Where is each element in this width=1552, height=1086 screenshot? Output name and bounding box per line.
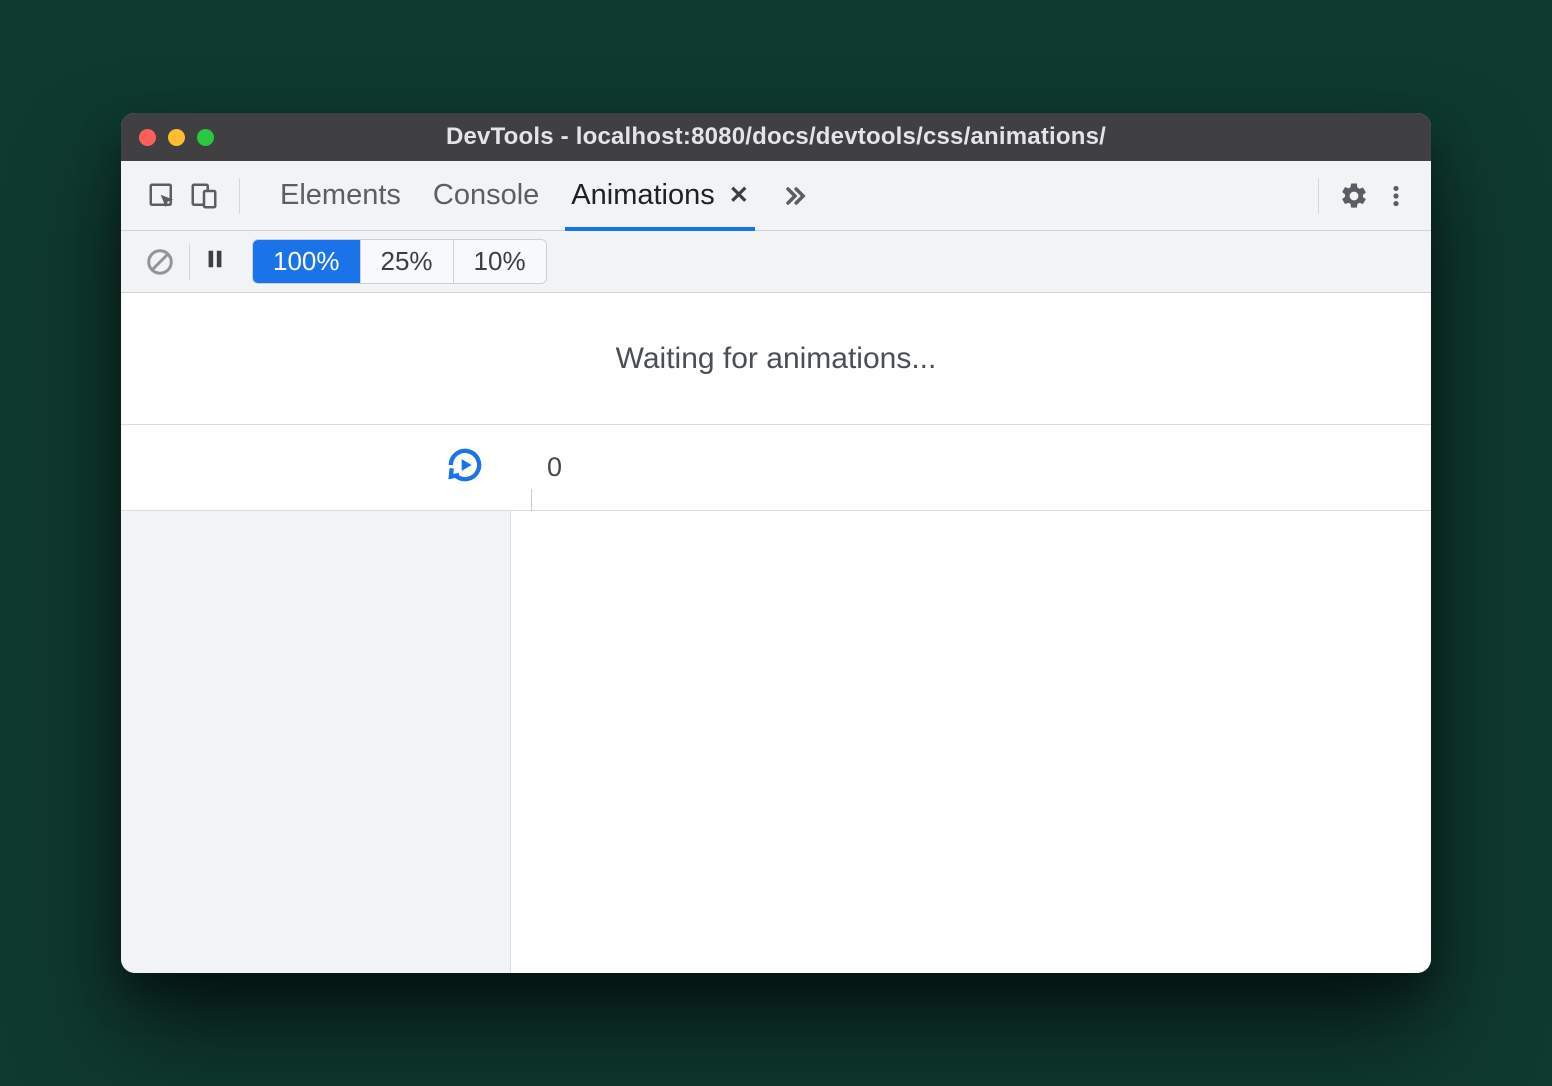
animations-timeline-pane (511, 511, 1431, 973)
tab-label: Console (433, 179, 539, 212)
waiting-message: Waiting for animations... (121, 293, 1431, 425)
pause-icon (204, 248, 226, 270)
devtools-window: DevTools - localhost:8080/docs/devtools/… (121, 113, 1431, 973)
more-tabs-button[interactable] (781, 161, 809, 230)
pause-button[interactable] (204, 248, 238, 275)
kebab-menu-icon (1383, 183, 1409, 209)
right-controls (1304, 175, 1417, 217)
animations-toolbar: 100% 25% 10% (121, 231, 1431, 293)
devtools-tabs-row: Elements Console Animations ✕ (121, 161, 1431, 231)
maximize-window-button[interactable] (197, 129, 214, 146)
close-tab-icon[interactable]: ✕ (729, 181, 749, 210)
inspect-element-icon[interactable] (141, 175, 183, 217)
menu-button[interactable] (1375, 175, 1417, 217)
separator (189, 244, 190, 280)
timeline-controls (121, 425, 511, 510)
tab-label: Animations (571, 179, 714, 212)
clear-icon (145, 247, 175, 277)
speed-100-button[interactable]: 100% (253, 240, 361, 283)
tab-console[interactable]: Console (433, 161, 539, 230)
tab-label: Elements (280, 179, 401, 212)
tab-animations[interactable]: Animations ✕ (571, 161, 749, 230)
tab-elements[interactable]: Elements (280, 161, 401, 230)
close-window-button[interactable] (139, 129, 156, 146)
timeline-tick (531, 489, 532, 511)
tab-strip: Elements Console Animations ✕ (280, 161, 809, 230)
titlebar: DevTools - localhost:8080/docs/devtools/… (121, 113, 1431, 161)
timeline-zero-label: 0 (547, 452, 562, 483)
settings-button[interactable] (1333, 175, 1375, 217)
separator (1318, 178, 1319, 214)
clear-button[interactable] (145, 247, 175, 277)
playback-speed-group: 100% 25% 10% (252, 239, 547, 284)
replay-button[interactable] (445, 445, 485, 490)
animations-main (121, 511, 1431, 973)
minimize-window-button[interactable] (168, 129, 185, 146)
timeline-header: 0 (121, 425, 1431, 511)
chevron-double-right-icon (781, 182, 809, 210)
device-toggle-icon[interactable] (183, 175, 225, 217)
animations-list-pane (121, 511, 511, 973)
timeline-ruler[interactable]: 0 (511, 425, 1431, 510)
speed-10-button[interactable]: 10% (454, 240, 546, 283)
gear-icon (1339, 181, 1369, 211)
window-title: DevTools - localhost:8080/docs/devtools/… (121, 123, 1431, 151)
separator (239, 178, 240, 214)
speed-25-button[interactable]: 25% (361, 240, 454, 283)
window-controls (139, 129, 214, 146)
replay-icon (445, 445, 485, 485)
